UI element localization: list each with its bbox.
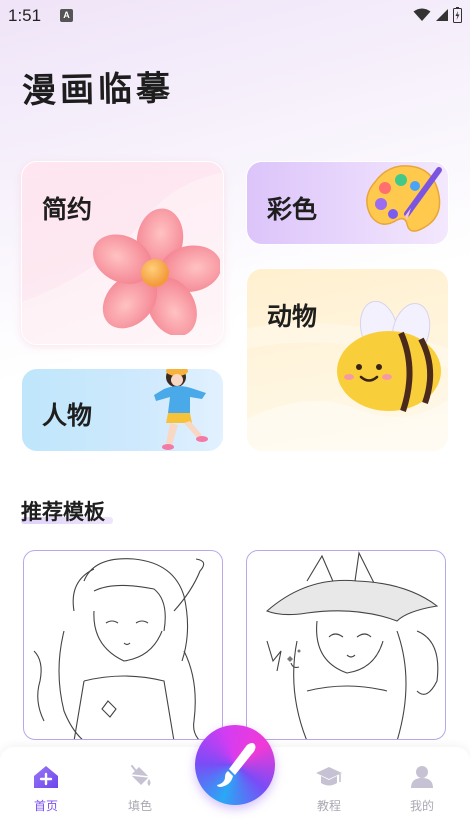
signal-icon (436, 9, 448, 21)
tab-home[interactable]: 首页 (16, 765, 76, 814)
girl-figure-icon (154, 369, 208, 450)
status-bar: 1:51 A (0, 0, 470, 32)
girl-lineart-image (33, 558, 205, 739)
user-icon (411, 766, 433, 788)
palette-icon (366, 165, 442, 232)
tab-tutorial[interactable]: 教程 (299, 765, 359, 814)
tab-label: 教程 (316, 799, 341, 813)
category-card-animal[interactable]: 动物 (246, 268, 449, 452)
wifi-icon (413, 8, 431, 21)
flower-icon (93, 208, 220, 335)
paint-bucket-icon (130, 765, 151, 786)
category-card-color[interactable]: 彩色 (246, 161, 449, 245)
category-label: 人物 (42, 401, 93, 430)
app-title: 漫画临摹 (21, 68, 175, 112)
template-card-girl[interactable] (23, 550, 223, 740)
notification-badge: A (60, 9, 73, 22)
create-drawing-button[interactable] (195, 725, 275, 805)
battery-icon (453, 7, 462, 23)
section-title: 推荐模板 (21, 500, 105, 524)
category-label: 动物 (267, 302, 318, 331)
status-time: 1:51 (8, 6, 42, 25)
category-label: 简约 (42, 195, 93, 224)
tab-fill-color[interactable]: 填色 (110, 765, 170, 814)
template-card-foxgirl[interactable] (246, 550, 446, 740)
graduation-cap-icon (316, 767, 342, 786)
tab-label: 填色 (127, 799, 152, 813)
foxgirl-lineart-image (265, 551, 439, 739)
status-icons (413, 7, 462, 23)
home-icon (34, 766, 58, 788)
tab-label: 我的 (409, 799, 434, 813)
tab-profile[interactable]: 我的 (392, 765, 452, 814)
tab-label: 首页 (33, 799, 58, 813)
category-card-simple[interactable]: 简约 (21, 161, 224, 345)
bee-icon (337, 300, 441, 412)
brush-icon (217, 743, 256, 787)
category-card-person[interactable]: 人物 (21, 368, 224, 452)
category-label: 彩色 (267, 195, 318, 224)
